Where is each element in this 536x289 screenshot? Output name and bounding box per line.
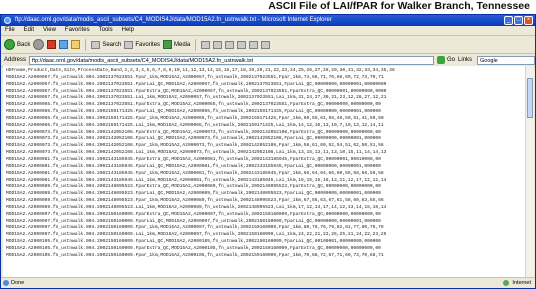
stop-button[interactable] — [47, 40, 57, 49]
text-line: MOD15A2.A2000073.fn_ustnwalk.004.2002142… — [6, 136, 381, 142]
scrollbar-thumb[interactable] — [527, 78, 533, 118]
text-line: MOD15A2.A2000089.fn_ustnwalk.004.2002148… — [6, 198, 384, 204]
search-button[interactable]: Search — [91, 40, 122, 49]
media-button[interactable]: Media — [163, 40, 190, 49]
text-line: MOD15A2.A2000081.fn_ustnwalk.004.2002143… — [6, 170, 384, 176]
menu-tools[interactable]: Tools — [99, 26, 113, 35]
refresh-button[interactable] — [59, 40, 69, 49]
menu-favorites[interactable]: Favorites — [65, 26, 90, 35]
address-input[interactable]: ftp://daac.ornl.gov/data/modis_ascii_sub… — [29, 55, 434, 65]
status-text: Done — [11, 280, 25, 286]
text-line: MOD15A2.A2000057.fn_ustnwalk.004.2002137… — [6, 88, 387, 94]
go-button[interactable]: Go — [436, 56, 455, 64]
back-button[interactable]: Back — [4, 39, 30, 50]
menu-view[interactable]: View — [43, 26, 56, 35]
edit-icon[interactable] — [237, 40, 247, 49]
page-content: HDFname,Product,Date,Site,ProcessDate,Ba… — [3, 66, 526, 278]
toolbar-separator — [85, 38, 87, 51]
window-titlebar[interactable]: ftp://daac.ornl.gov/data/modis_ascii_sub… — [1, 15, 535, 26]
forward-button[interactable] — [33, 39, 45, 50]
text-line: MOD15A2.A2000089.fn_ustnwalk.004.2002148… — [6, 184, 381, 190]
text-line: MOD15A2.A2000081.fn_ustnwalk.004.2002143… — [6, 156, 381, 162]
text-line: MOD15A2.A2000073.fn_ustnwalk.004.2002142… — [6, 143, 384, 149]
toolbar: Back Search Favorites Media — [1, 36, 535, 54]
text-line: MOD15A2.A2000057.fn_ustnwalk.004.2002137… — [6, 74, 384, 80]
text-line: MOD15A2.A2000057.fn_ustnwalk.004.2002137… — [6, 81, 387, 87]
window-controls: _ □ × — [504, 16, 533, 25]
print-icon[interactable] — [225, 40, 235, 49]
vertical-scrollbar[interactable] — [525, 66, 534, 278]
address-label: Address — [4, 57, 27, 63]
text-line: MOD15A2.A2000073.fn_ustnwalk.004.2002142… — [6, 150, 387, 156]
text-line: MOD15A2.A2000105.fn_ustnwalk.004.2002150… — [6, 245, 381, 251]
media-label: Media — [174, 41, 191, 48]
home-button[interactable] — [71, 40, 81, 49]
internet-explorer-icon — [4, 17, 11, 24]
toolbar-separator — [195, 38, 197, 51]
menu-help[interactable]: Help — [122, 26, 134, 35]
favorites-label: Favorites — [135, 41, 161, 48]
ascii-file-text: HDFname,Product,Date,Site,ProcessDate,Ba… — [6, 68, 523, 260]
mail-icon[interactable] — [213, 40, 223, 49]
slide-title: ASCII File of LAI/fPAR for Walker Branch… — [0, 0, 536, 13]
status-bar: Done Internet — [1, 277, 535, 288]
history-icon[interactable] — [201, 40, 211, 49]
text-line: MOD15A2.A2000081.fn_ustnwalk.004.2002143… — [6, 163, 381, 169]
search-label: Search — [102, 41, 122, 48]
minimize-button[interactable]: _ — [504, 16, 513, 25]
text-line: MOD15A2.A2000057.fn_ustnwalk.004.2002137… — [6, 95, 387, 101]
text-line: MOD15A2.A2000065.fn_ustnwalk.004.2002137… — [6, 102, 381, 108]
text-line: MOD15A2.A2000065.fn_ustnwalk.004.2002159… — [6, 109, 381, 115]
maximize-button[interactable]: □ — [514, 16, 523, 25]
google-toolbar-search[interactable]: Google — [477, 55, 535, 65]
menu-bar: File Edit View Favorites Tools Help — [1, 26, 535, 36]
text-line: MOD15A2.A2000089.fn_ustnwalk.004.2002148… — [6, 191, 381, 197]
messenger-icon[interactable] — [261, 40, 271, 49]
text-line: MOD15A2.A2000097.fn_ustnwalk.004.2002150… — [6, 225, 384, 231]
text-line: MOD15A2.A2000089.fn_ustnwalk.004.2002148… — [6, 204, 387, 210]
go-label: Go — [446, 57, 455, 63]
page-icon — [3, 280, 9, 286]
back-label: Back — [17, 41, 31, 48]
text-line: MOD15A2.A2000097.fn_ustnwalk.004.2002150… — [6, 218, 381, 224]
text-line: HDFname,Product,Date,Site,ProcessDate,Ba… — [6, 68, 395, 73]
window-title: ftp://daac.ornl.gov/data/modis_ascii_sub… — [15, 17, 332, 23]
security-zone: Internet — [502, 278, 531, 288]
text-line: MOD15A2.A2000065.fn_ustnwalk.004.2002159… — [6, 115, 384, 121]
discuss-icon[interactable] — [249, 40, 259, 49]
browser-window: ftp://daac.ornl.gov/data/modis_ascii_sub… — [0, 14, 536, 289]
star-icon — [124, 40, 134, 49]
text-line: MOD15A2.A2000065.fn_ustnwalk.004.2002159… — [6, 122, 384, 128]
menu-file[interactable]: File — [5, 26, 15, 35]
favorites-button[interactable]: Favorites — [124, 40, 161, 49]
links-button[interactable]: Links — [458, 57, 474, 63]
text-line: MOD15A2.A2000105.fn_ustnwalk.004.2002150… — [6, 239, 381, 245]
media-icon — [163, 40, 173, 49]
close-button[interactable]: × — [524, 16, 533, 25]
menu-edit[interactable]: Edit — [24, 26, 34, 35]
go-arrow-icon — [436, 56, 445, 64]
text-line: MOD15A2.A2000081.fn_ustnwalk.004.2002143… — [6, 177, 387, 183]
back-arrow-icon — [4, 39, 15, 50]
text-line: MOD15A2.A2000105.fn_ustnwalk.004.2002150… — [6, 252, 384, 258]
text-line: MOD15A2.A2000073.fn_ustnwalk.004.2002142… — [6, 129, 381, 135]
search-icon — [91, 40, 101, 49]
text-line: MOD15A2.A2000097.fn_ustnwalk.004.2002150… — [6, 211, 381, 217]
text-line: MOD15A2.A2000097.fn_ustnwalk.004.2002150… — [6, 232, 387, 238]
